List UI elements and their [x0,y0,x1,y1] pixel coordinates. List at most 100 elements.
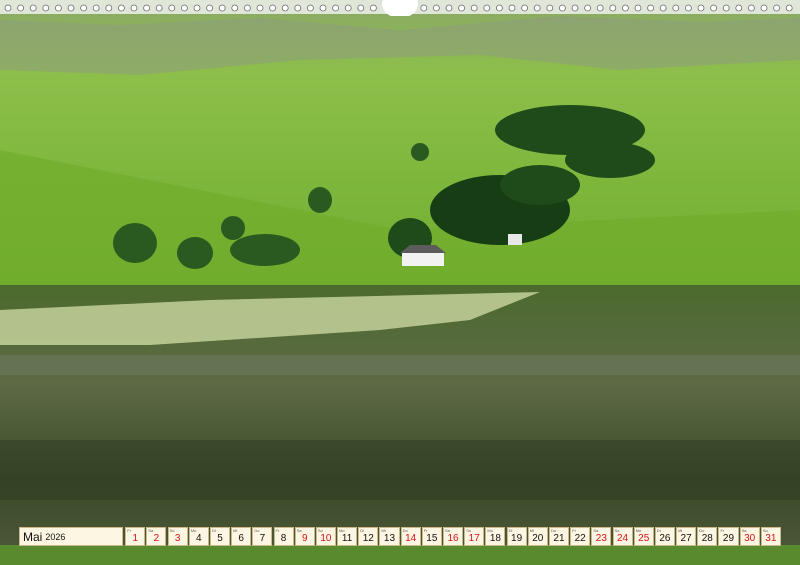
calendar-strip: Mai 2026 Fr 1 Sa 2 So 3 Mo 4 Di 5 Mi 6 Do 7 Fr 8 Sa 9 So 10… [19,527,782,546]
binding-hole [29,4,37,12]
binding-hole [92,4,100,12]
binding-hole [521,4,528,12]
binding-hole [659,4,667,12]
landscape-photo [0,0,800,565]
day-number: 28 [701,533,713,544]
day-cell: Sa 9 [294,527,315,546]
day-cell: Do 21 [548,527,570,546]
binding-hole [622,4,629,12]
day-number: 14 [405,533,417,544]
binding-hole [609,4,617,12]
day-number: 23 [595,533,607,544]
binding-hole [193,4,201,12]
day-number: 29 [722,533,735,544]
binding-hole [155,4,163,12]
day-number: 9 [301,533,308,544]
day-cell: Do 28 [697,527,718,546]
day-cell: Sa 16 [443,527,464,546]
day-cell: Mo 18 [485,527,506,546]
binding-hole [332,4,340,12]
day-number: 3 [174,533,181,544]
day-cell: Mo 25 [633,527,654,546]
binding-hole [685,4,692,12]
binding-hole [495,4,503,12]
binding-hole [672,4,680,12]
day-cell: Do 14 [400,527,421,546]
binding-hole [773,4,780,12]
day-cell: Di 26 [654,527,675,546]
day-cell: Sa 30 [739,527,760,546]
binding-hole [369,4,377,12]
day-cell: So 17 [464,527,485,546]
binding-hole [508,4,516,12]
binding-hole [4,4,12,12]
binding-hole [420,4,428,12]
day-number: 27 [680,533,692,544]
binding-hole [584,4,591,12]
binding-hole [269,4,277,12]
binding-hole [748,4,755,12]
day-cell: Sa 23 [591,527,612,546]
binding-hole [344,4,352,12]
day-number: 22 [574,533,586,544]
binding-hole [143,4,151,12]
binding-hole [546,4,554,12]
day-number: 8 [280,533,287,544]
day-cell: So 24 [612,527,633,546]
day-cell: So 31 [760,527,781,546]
day-cell: So 10 [315,527,336,546]
month-name: Mai [23,529,43,544]
day-cell: Sa 2 [146,527,167,546]
day-number: 7 [259,533,266,544]
binding-hole [483,4,491,12]
binding-hole [458,4,466,12]
binding-hole [710,4,717,12]
day-number: 11 [341,533,353,544]
day-number: 16 [447,533,459,544]
day-cell: Fr 15 [421,527,442,546]
day-cell: Do 7 [252,527,273,546]
binding-hole [256,4,264,12]
binding-hole [42,4,50,12]
day-number: 4 [196,533,202,544]
binding-hole [294,4,302,12]
binding-hole [735,4,743,12]
binding-hole [432,4,440,12]
binding-hole [130,4,138,12]
day-cell: Di 19 [506,527,527,546]
binding-hole [206,4,214,12]
day-number: 31 [765,533,777,544]
day-number: 21 [553,533,565,544]
day-cell: Fr 1 [125,527,146,546]
binding-hole [67,4,75,12]
day-cell: Mo 4 [188,527,209,546]
binding-hole [180,4,188,12]
binding-hole [559,4,566,12]
day-number: 24 [616,533,629,544]
day-cell: Mi 13 [379,527,400,546]
binding-hole [722,4,730,12]
month-year: 2026 [45,531,66,542]
binding-hole [785,4,793,12]
binding-hole [55,4,62,12]
month-label: Mai 2026 [19,527,124,546]
day-number: 30 [744,533,756,544]
day-number: 19 [511,533,523,544]
binding-hole [760,4,768,12]
binding-hole [634,4,642,12]
binding-hole [533,4,541,12]
binding-hole [596,4,604,12]
day-cell: Di 12 [358,527,379,546]
binding-hole [80,4,87,12]
day-cell: Mi 6 [231,527,252,546]
binding-hole [319,4,327,12]
binding-hole [218,4,226,12]
day-cell: Mo 11 [337,527,358,546]
day-number: 20 [532,533,544,544]
day-cell: Fr 22 [570,527,591,546]
day-number: 17 [468,533,480,544]
day-cell: Fr 8 [273,527,294,546]
binding-hole [118,4,125,12]
day-number: 18 [489,533,501,544]
day-number: 26 [659,533,671,544]
